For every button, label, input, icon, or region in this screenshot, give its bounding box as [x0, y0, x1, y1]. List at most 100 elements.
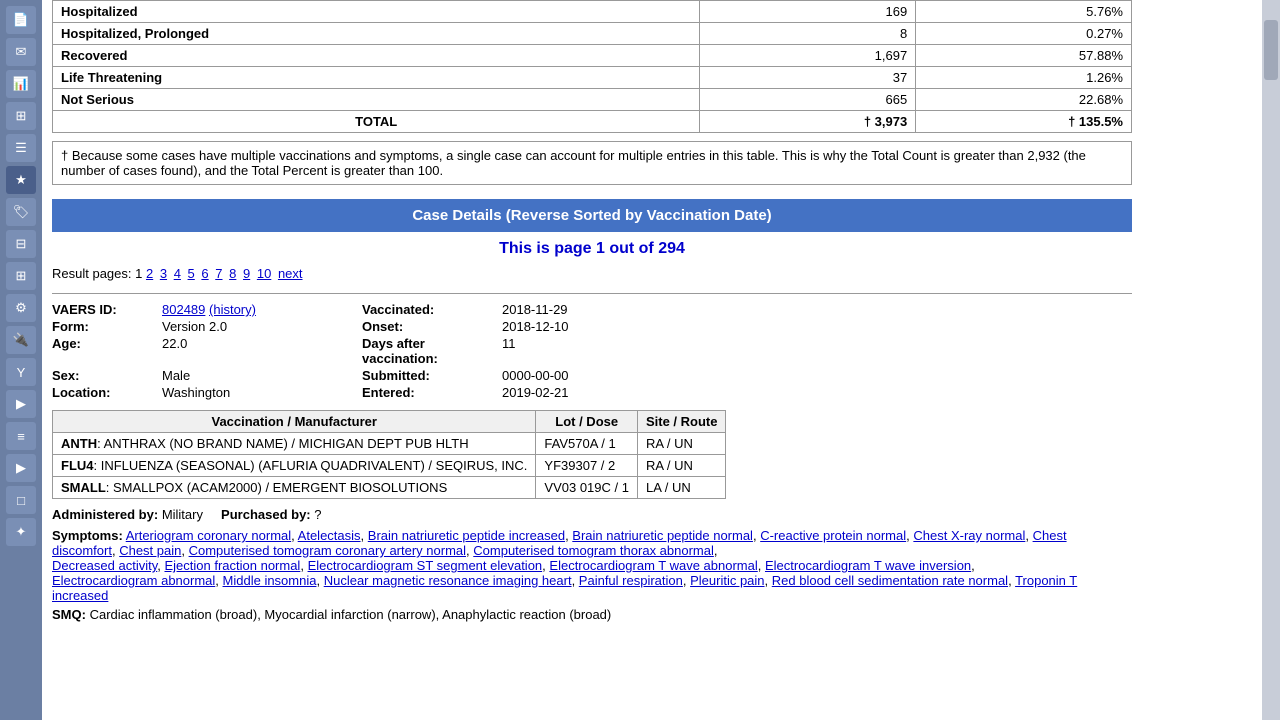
- row-label: Life Threatening: [53, 67, 700, 89]
- location-label: Location:: [52, 385, 162, 400]
- vax-2-lot: YF39307 / 2: [536, 455, 638, 477]
- play-sidebar-icon[interactable]: ▶: [6, 390, 36, 418]
- symptom-link[interactable]: Brain natriuretic peptide normal: [572, 528, 753, 543]
- scrollbar-thumb[interactable]: [1264, 20, 1278, 80]
- table-row: Recovered 1,697 57.88%: [53, 45, 1132, 67]
- row-pct: 22.68%: [916, 89, 1132, 111]
- row-count: 169: [700, 1, 916, 23]
- page-link-5[interactable]: 5: [188, 266, 195, 281]
- plugin-sidebar-icon[interactable]: 🔌: [6, 326, 36, 354]
- sex-value: Male: [162, 368, 362, 383]
- form-label: Form:: [52, 319, 162, 334]
- vaers-history-link[interactable]: (history): [209, 302, 256, 317]
- row-label: Hospitalized: [53, 1, 700, 23]
- symptom-link[interactable]: Electrocardiogram abnormal: [52, 573, 215, 588]
- footnote: † Because some cases have multiple vacci…: [52, 141, 1132, 185]
- filter-sidebar-icon[interactable]: ≡: [6, 422, 36, 450]
- symptom-link[interactable]: Electrocardiogram T wave abnormal: [549, 558, 757, 573]
- grid-sidebar-icon[interactable]: ⊞: [6, 102, 36, 130]
- symptom-link[interactable]: Atelectasis: [298, 528, 361, 543]
- row-count: 37: [700, 67, 916, 89]
- vaers-id-link[interactable]: 802489: [162, 302, 205, 317]
- symptom-link[interactable]: Arteriogram coronary normal: [126, 528, 291, 543]
- site-col-header: Site / Route: [637, 411, 726, 433]
- symptom-link[interactable]: Ejection fraction normal: [164, 558, 300, 573]
- page-link-3[interactable]: 3: [160, 266, 167, 281]
- vax-1-desc: ANTH: ANTHRAX (NO BRAND NAME) / MICHIGAN…: [53, 433, 536, 455]
- page-link-4[interactable]: 4: [174, 266, 181, 281]
- vaers-id-label: VAERS ID:: [52, 302, 162, 317]
- vax-2-site: RA / UN: [637, 455, 726, 477]
- administered-value: Military: [162, 507, 203, 522]
- pagination: Result pages: 1 2 3 4 5 6 7 8 9 10 next: [52, 266, 1132, 281]
- page-link-10[interactable]: 10: [257, 266, 271, 281]
- age-value: 22.0: [162, 336, 362, 366]
- symptom-link[interactable]: Painful respiration: [579, 573, 683, 588]
- page-link-7[interactable]: 7: [215, 266, 222, 281]
- total-pct: † 135.5%: [916, 111, 1132, 133]
- symptom-link[interactable]: Nuclear magnetic resonance imaging heart: [324, 573, 572, 588]
- page-link-next[interactable]: next: [278, 266, 303, 281]
- list-sidebar-icon[interactable]: ☰: [6, 134, 36, 162]
- case-fields: VAERS ID: 802489 (history) Vaccinated: 2…: [52, 302, 1132, 400]
- main-content: Hospitalized 169 5.76% Hospitalized, Pro…: [42, 0, 1262, 720]
- sidebar: 📄 ✉ 📊 ⊞ ☰ ★ 🏷 ⊟ ⊞ ⚙ 🔌 Y ▶ ≡ ▶ □ ✦: [0, 0, 42, 720]
- chart-sidebar-icon[interactable]: 📊: [6, 70, 36, 98]
- vax-row-3: SMALL: SMALLPOX (ACAM2000) / EMERGENT BI…: [53, 477, 726, 499]
- onset-value: 2018-12-10: [502, 319, 702, 334]
- symptom-link[interactable]: Chest X-ray normal: [913, 528, 1025, 543]
- scrollbar[interactable]: [1262, 0, 1280, 720]
- symptom-link[interactable]: Decreased activity: [52, 558, 157, 573]
- symptoms-block: Symptoms: Arteriogram coronary normal, A…: [52, 528, 1132, 603]
- star-sidebar-icon[interactable]: ★: [6, 166, 36, 194]
- settings-sidebar-icon[interactable]: ⚙: [6, 294, 36, 322]
- row-label: Not Serious: [53, 89, 700, 111]
- symptom-link[interactable]: Computerised tomogram thorax abnormal: [473, 543, 714, 558]
- symptom-link[interactable]: Computerised tomogram coronary artery no…: [189, 543, 466, 558]
- administered-label: Administered by:: [52, 507, 158, 522]
- admin-row: Administered by: Military Purchased by: …: [52, 507, 1132, 522]
- symptom-link[interactable]: Pleuritic pain: [690, 573, 764, 588]
- page-link-2[interactable]: 2: [146, 266, 153, 281]
- smq-value: Cardiac inflammation (broad), Myocardial…: [90, 607, 612, 622]
- submitted-value: 0000-00-00: [502, 368, 702, 383]
- case-divider: [52, 293, 1132, 294]
- vax-row-1: ANTH: ANTHRAX (NO BRAND NAME) / MICHIGAN…: [53, 433, 726, 455]
- vaccinated-label: Vaccinated:: [362, 302, 502, 317]
- puzzle-sidebar-icon[interactable]: ✦: [6, 518, 36, 546]
- page-sidebar-icon[interactable]: 📄: [6, 6, 36, 34]
- page-link-8[interactable]: 8: [229, 266, 236, 281]
- symptom-link[interactable]: Brain natriuretic peptide increased: [368, 528, 565, 543]
- symptom-link[interactable]: C-reactive protein normal: [760, 528, 906, 543]
- symptom-link[interactable]: Electrocardiogram T wave inversion: [765, 558, 971, 573]
- symptom-link[interactable]: Chest pain: [119, 543, 181, 558]
- symptom-link[interactable]: Electrocardiogram ST segment elevation: [308, 558, 543, 573]
- purchased-value: ?: [314, 507, 321, 522]
- vax-3-site: LA / UN: [637, 477, 726, 499]
- box-sidebar-icon[interactable]: □: [6, 486, 36, 514]
- vax-header-row: Vaccination / Manufacturer Lot / Dose Si…: [53, 411, 726, 433]
- vaers-id-value: 802489 (history): [162, 302, 362, 317]
- apps-sidebar-icon[interactable]: ⊞: [6, 262, 36, 290]
- row-count: 8: [700, 23, 916, 45]
- page-link-9[interactable]: 9: [243, 266, 250, 281]
- mail-sidebar-icon[interactable]: ✉: [6, 38, 36, 66]
- age-label: Age:: [52, 336, 162, 366]
- total-row: TOTAL † 3,973 † 135.5%: [53, 111, 1132, 133]
- y-sidebar-icon[interactable]: Y: [6, 358, 36, 386]
- table-row: Life Threatening 37 1.26%: [53, 67, 1132, 89]
- symptoms-label: Symptoms:: [52, 528, 123, 543]
- symptom-link[interactable]: Middle insomnia: [223, 573, 317, 588]
- tag-sidebar-icon[interactable]: 🏷: [6, 198, 36, 226]
- submitted-label: Submitted:: [362, 368, 502, 383]
- smq-label: SMQ:: [52, 607, 86, 622]
- play2-sidebar-icon[interactable]: ▶: [6, 454, 36, 482]
- page-info: This is page 1 out of 294: [52, 240, 1132, 258]
- page-link-6[interactable]: 6: [201, 266, 208, 281]
- table-row: Hospitalized, Prolonged 8 0.27%: [53, 23, 1132, 45]
- entered-label: Entered:: [362, 385, 502, 400]
- days-label: Days after vaccination:: [362, 336, 502, 366]
- section-header: Case Details (Reverse Sorted by Vaccinat…: [52, 199, 1132, 232]
- symptom-link[interactable]: Red blood cell sedimentation rate normal: [772, 573, 1008, 588]
- layers-sidebar-icon[interactable]: ⊟: [6, 230, 36, 258]
